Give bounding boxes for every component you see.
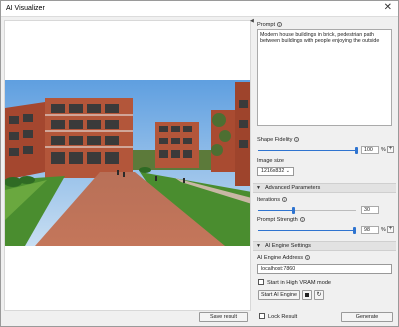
stop-engine-button[interactable] — [302, 290, 312, 300]
ai-engine-address-label: AI Engine Address — [257, 255, 304, 261]
window-title: AI Visualizer — [6, 5, 45, 12]
prompt-strength-unit: % — [381, 227, 386, 233]
ai-engine-settings-header[interactable]: ▼ AI Engine Settings — [253, 241, 396, 251]
chevron-down-icon: ⌄ — [285, 168, 290, 174]
image-size-label: Image size — [257, 158, 285, 164]
lock-result-checkbox[interactable] — [259, 313, 265, 319]
shape-fidelity-plus-button[interactable]: + — [387, 146, 394, 153]
slider-thumb[interactable] — [353, 227, 357, 234]
generate-button[interactable]: Generate — [341, 312, 393, 322]
info-icon[interactable]: i — [282, 197, 288, 203]
prompt-textarea[interactable]: Modern house buildings in brick, pedestr… — [257, 29, 392, 126]
advanced-parameters-title: Advanced Parameters — [264, 185, 321, 191]
restart-engine-button[interactable]: ↻ — [314, 290, 324, 300]
render-preview — [4, 20, 251, 311]
info-icon[interactable]: i — [277, 22, 283, 28]
info-icon[interactable]: i — [294, 137, 300, 143]
image-size-select[interactable]: 1216x832 ⌄ — [257, 167, 294, 176]
iterations-label-row: Iterations i — [257, 197, 288, 203]
close-icon[interactable]: ✕ — [384, 3, 392, 13]
image-size-value: 1216x832 — [261, 168, 285, 174]
shape-fidelity-slider[interactable] — [258, 147, 358, 154]
collapse-arrow-icon: ▼ — [256, 185, 261, 191]
prompt-strength-slider[interactable] — [258, 227, 357, 234]
prompt-strength-value[interactable]: 98 — [361, 226, 379, 234]
slider-thumb[interactable] — [355, 147, 358, 154]
ai-engine-address-input[interactable]: localhost:7860 — [257, 264, 392, 274]
prompt-strength-plus-button[interactable]: + — [387, 226, 394, 233]
prompt-label-row: Prompt i — [257, 22, 283, 28]
info-icon[interactable]: i — [305, 255, 311, 261]
start-ai-engine-button[interactable]: Start AI Engine — [258, 290, 300, 300]
slider-fill — [258, 230, 355, 231]
shape-fidelity-label-row: Shape Fidelity i — [257, 137, 300, 143]
slider-thumb[interactable] — [292, 207, 296, 214]
high-vram-label: Start in High VRAM mode — [267, 280, 332, 286]
ai-visualizer-window: AI Visualizer ✕ ◀ Prompt i Modern house … — [0, 0, 399, 327]
stop-icon — [305, 293, 309, 297]
prompt-strength-label: Prompt Strength — [257, 217, 298, 223]
high-vram-checkbox[interactable] — [258, 279, 264, 285]
collapse-arrow-icon: ▼ — [256, 243, 261, 249]
settings-panel: Prompt i Modern house buildings in brick,… — [253, 20, 396, 327]
ai-engine-settings-title: AI Engine Settings — [264, 243, 311, 249]
save-result-button[interactable]: Save result — [199, 312, 248, 322]
iterations-label: Iterations — [257, 197, 281, 203]
info-icon[interactable]: i — [299, 217, 305, 223]
iterations-slider[interactable] — [258, 207, 356, 214]
ai-engine-address-label-row: AI Engine Address i — [257, 255, 311, 261]
iterations-value[interactable]: 30 — [361, 206, 379, 214]
advanced-parameters-header[interactable]: ▼ Advanced Parameters — [253, 183, 396, 193]
prompt-strength-label-row: Prompt Strength i — [257, 217, 305, 223]
rendered-image — [5, 80, 250, 246]
shape-fidelity-value[interactable]: 100 — [361, 146, 379, 154]
refresh-icon: ↻ — [316, 292, 322, 298]
prompt-label: Prompt — [257, 22, 276, 28]
title-bar: AI Visualizer ✕ — [1, 1, 398, 17]
lock-result-label: Lock Result — [268, 314, 298, 320]
slider-fill — [258, 210, 294, 211]
slider-fill — [258, 150, 356, 151]
shape-fidelity-label: Shape Fidelity — [257, 137, 293, 143]
shape-fidelity-unit: % — [381, 147, 386, 153]
